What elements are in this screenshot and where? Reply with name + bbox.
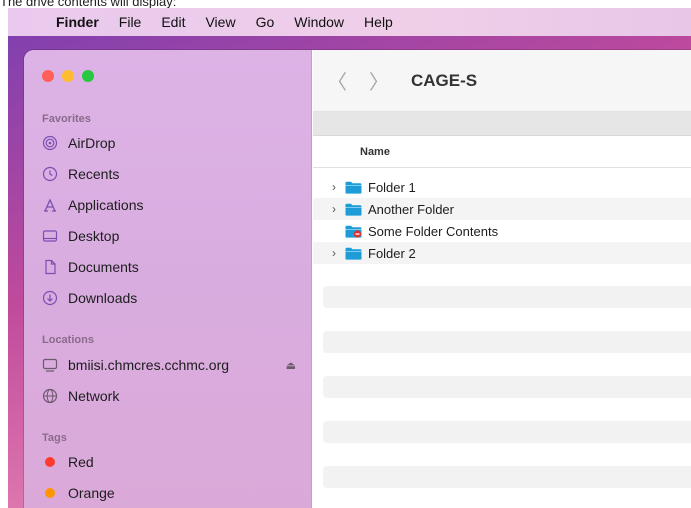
menu-view[interactable]: View bbox=[195, 14, 245, 30]
sidebar-item-label: bmiisi.chmcres.cchmc.org bbox=[68, 357, 230, 373]
sidebar-item-label: Recents bbox=[68, 166, 120, 182]
minimize-button[interactable] bbox=[62, 70, 74, 82]
menu-file[interactable]: File bbox=[109, 14, 152, 30]
computer-icon bbox=[42, 357, 58, 373]
desktop-icon bbox=[42, 228, 58, 244]
sidebar-item-server[interactable]: bmiisi.chmcres.cchmc.org ⏏ bbox=[42, 354, 302, 376]
empty-row bbox=[323, 376, 691, 398]
sidebar-item-label: Documents bbox=[68, 259, 139, 275]
toolbar: 〈 〉 CAGE-S bbox=[313, 50, 691, 112]
window-title: CAGE-S bbox=[411, 70, 478, 90]
file-row-some-folder-contents[interactable]: › Some Folder Contents bbox=[313, 220, 691, 242]
favorites-header: Favorites bbox=[42, 113, 91, 125]
sidebar-item-downloads[interactable]: Downloads bbox=[42, 287, 302, 309]
orange-tag-icon bbox=[45, 488, 55, 498]
file-browser: 〈 〉 CAGE-S Name › Folder 1 › Another Fol… bbox=[313, 50, 691, 508]
sidebar-item-label: Downloads bbox=[68, 290, 138, 306]
restricted-folder-icon bbox=[345, 225, 362, 238]
sidebar-item-label: Desktop bbox=[68, 228, 120, 244]
file-row-another-folder[interactable]: › Another Folder bbox=[313, 198, 691, 220]
file-name: Folder 1 bbox=[368, 179, 416, 195]
tags-header: Tags bbox=[42, 432, 67, 444]
sidebar-item-label: Applications bbox=[68, 197, 144, 213]
column-header: Name bbox=[313, 136, 691, 168]
menu-window[interactable]: Window bbox=[284, 14, 354, 30]
empty-row bbox=[323, 286, 691, 308]
sidebar-item-label: Orange bbox=[68, 485, 115, 501]
forward-icon[interactable]: 〉 bbox=[369, 66, 389, 95]
menu-bar: Finder File Edit View Go Window Help bbox=[8, 8, 691, 36]
menu-edit[interactable]: Edit bbox=[151, 14, 195, 30]
sidebar-item-label: Red bbox=[68, 454, 94, 470]
zoom-button[interactable] bbox=[82, 70, 94, 82]
sidebar-item-applications[interactable]: Applications bbox=[42, 194, 302, 216]
empty-row bbox=[323, 331, 691, 353]
sidebar-item-network[interactable]: Network bbox=[42, 385, 302, 407]
eject-icon[interactable]: ⏏ bbox=[286, 359, 296, 372]
desktop: Finder File Edit View Go Window Help Fav… bbox=[8, 8, 691, 508]
chevron-right-icon[interactable]: › bbox=[327, 246, 341, 260]
applications-icon bbox=[42, 197, 58, 213]
download-icon bbox=[42, 290, 58, 306]
sidebar-item-documents[interactable]: Documents bbox=[42, 256, 302, 278]
chevron-right-icon[interactable]: › bbox=[327, 180, 341, 194]
locations-header: Locations bbox=[42, 334, 94, 346]
sidebar: Favorites AirDrop Recents Applications D… bbox=[24, 50, 312, 508]
sidebar-item-tag-orange[interactable]: Orange bbox=[42, 482, 302, 504]
sidebar-item-label: Network bbox=[68, 388, 120, 404]
sidebar-item-airdrop[interactable]: AirDrop bbox=[42, 132, 302, 154]
column-name[interactable]: Name bbox=[360, 146, 390, 158]
window-controls bbox=[42, 70, 94, 82]
menu-finder[interactable]: Finder bbox=[46, 14, 109, 30]
document-icon bbox=[42, 259, 58, 275]
close-button[interactable] bbox=[42, 70, 54, 82]
file-name: Folder 2 bbox=[368, 245, 416, 261]
file-row-folder-2[interactable]: › Folder 2 bbox=[313, 242, 691, 264]
file-row-folder-1[interactable]: › Folder 1 bbox=[313, 176, 691, 198]
red-tag-icon bbox=[45, 457, 55, 467]
finder-window: Favorites AirDrop Recents Applications D… bbox=[24, 50, 691, 508]
path-bar bbox=[313, 112, 691, 136]
airdrop-icon bbox=[42, 135, 58, 151]
sidebar-item-label: AirDrop bbox=[68, 135, 116, 151]
sidebar-item-desktop[interactable]: Desktop bbox=[42, 225, 302, 247]
file-name: Some Folder Contents bbox=[368, 223, 499, 239]
empty-row bbox=[323, 421, 691, 443]
folder-icon bbox=[345, 181, 362, 194]
sidebar-item-recents[interactable]: Recents bbox=[42, 163, 302, 185]
clock-icon bbox=[42, 166, 58, 182]
menu-go[interactable]: Go bbox=[246, 14, 285, 30]
back-icon[interactable]: 〈 bbox=[327, 66, 347, 95]
globe-icon bbox=[42, 388, 58, 404]
folder-icon bbox=[345, 203, 362, 216]
sidebar-item-tag-red[interactable]: Red bbox=[42, 451, 302, 473]
page-caption: The drive contents will display: bbox=[0, 0, 177, 8]
file-name: Another Folder bbox=[368, 201, 454, 217]
menu-help[interactable]: Help bbox=[354, 14, 403, 30]
folder-icon bbox=[345, 247, 362, 260]
empty-row bbox=[323, 466, 691, 488]
chevron-right-icon[interactable]: › bbox=[327, 202, 341, 216]
